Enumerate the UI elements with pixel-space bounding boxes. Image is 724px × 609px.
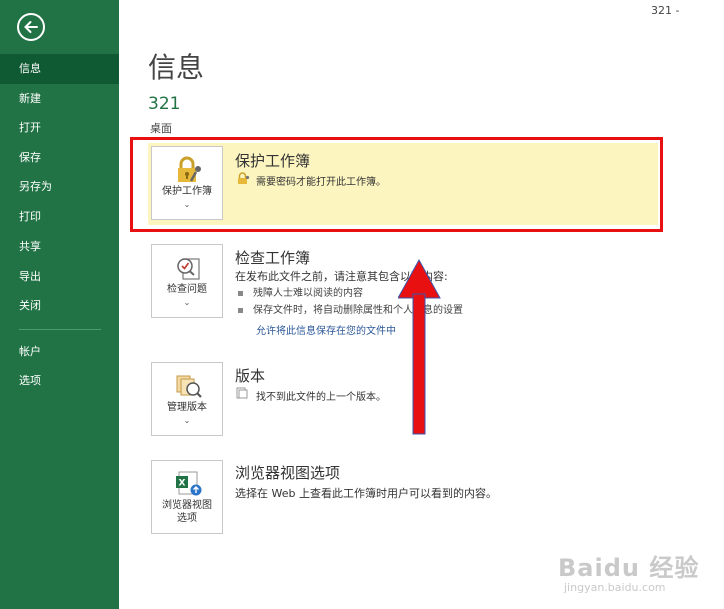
check-for-issues-label: 检查问题 [167, 284, 207, 295]
page-title: 信息 [148, 51, 205, 84]
back-button[interactable] [17, 13, 45, 41]
chevron-down-icon: ⌄ [183, 416, 191, 425]
browser-view-options-title: 浏览器视图选项 [235, 464, 341, 482]
nav-info[interactable]: 信息 [0, 54, 119, 84]
inspect-workbook-title: 检查工作簿 [235, 249, 311, 267]
nav-options[interactable]: 选项 [0, 366, 119, 396]
allow-save-info-link[interactable]: 允许将此信息保存在您的文件中 [256, 322, 396, 337]
check-for-issues-button[interactable]: 检查问题 ⌄ [151, 244, 223, 318]
baidu-watermark: Baidu 经验 jingyan.baidu.com [558, 548, 699, 594]
bullet-icon [238, 290, 243, 296]
back-arrow-icon [24, 21, 38, 33]
nav-share[interactable]: 共享 [0, 232, 119, 262]
nav-account[interactable]: 帐户 [0, 337, 119, 367]
inspect-bullet-item: 残障人士难以阅读的内容 [238, 287, 363, 301]
bullet-icon [238, 307, 243, 313]
chevron-down-icon: ⌄ [183, 298, 191, 307]
nav-save-as[interactable]: 另存为 [0, 172, 119, 202]
file-name: 321 [148, 94, 181, 114]
browser-view-label-line2: 选项 [177, 513, 197, 524]
inspect-document-icon [177, 258, 200, 280]
nav-print[interactable]: 打印 [0, 202, 119, 232]
excel-web-icon: X [176, 471, 202, 496]
browser-view-options-button[interactable]: X 浏览器视图 选项 [151, 460, 223, 534]
manage-versions-label: 管理版本 [167, 402, 207, 413]
nav-new[interactable]: 新建 [0, 84, 119, 114]
red-arrow-annotation [398, 258, 441, 435]
nav-divider [19, 329, 101, 330]
document-icon [236, 387, 248, 399]
svg-text:X: X [179, 479, 186, 489]
window-title: 321 - [651, 4, 680, 17]
nav-close[interactable]: 关闭 [0, 291, 119, 321]
browser-view-label-line1: 浏览器视图 [162, 500, 212, 511]
manage-versions-button[interactable]: 管理版本 ⌄ [151, 362, 223, 436]
file-location[interactable]: 桌面 [150, 120, 172, 136]
nav-export[interactable]: 导出 [0, 262, 119, 292]
browser-view-options-desc: 选择在 Web 上查看此工作簿时用户可以看到的内容。 [235, 487, 497, 500]
nav-open[interactable]: 打开 [0, 113, 119, 143]
manage-versions-icon [176, 375, 202, 398]
backstage-sidebar: 信息 新建 打开 保存 另存为 打印 共享 导出 关闭 帐户 选项 [0, 0, 119, 609]
highlight-box [130, 137, 663, 232]
nav-save[interactable]: 保存 [0, 143, 119, 173]
versions-desc: 找不到此文件的上一个版本。 [256, 392, 386, 403]
versions-title: 版本 [235, 367, 266, 385]
watermark-main: Baidu 经验 [558, 554, 700, 582]
